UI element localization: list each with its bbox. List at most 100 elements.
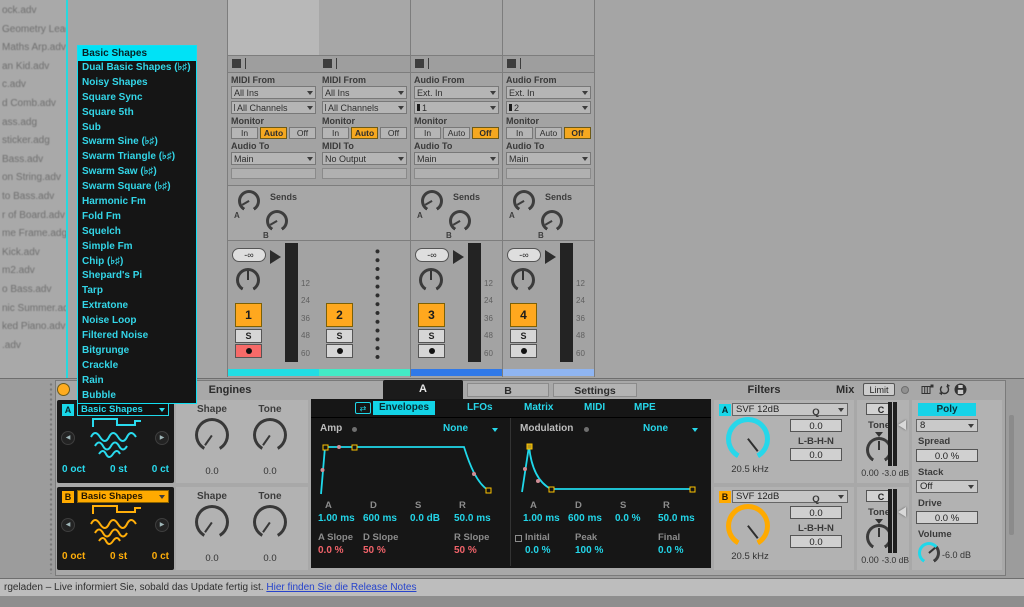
monitor-in-button[interactable]: In xyxy=(322,127,349,139)
output-select[interactable]: Main xyxy=(414,152,499,165)
mod-attack-value[interactable]: 1.00 ms xyxy=(523,513,560,524)
solo-button[interactable]: S xyxy=(510,329,537,343)
volume-value-pill[interactable]: -∞ xyxy=(507,248,541,262)
browser-file[interactable]: me Frame.adg xyxy=(0,225,66,244)
mod-envelope-graph[interactable] xyxy=(514,438,706,496)
output-select[interactable]: No Output xyxy=(322,152,407,165)
level-meter[interactable] xyxy=(285,243,298,362)
mod-final-value[interactable]: 0.0 % xyxy=(658,545,684,556)
monitor-in-button[interactable]: In xyxy=(414,127,441,139)
volume-knob[interactable] xyxy=(918,542,940,564)
mod-env-target-select[interactable]: None xyxy=(643,423,668,434)
monitor-off-button[interactable]: Off xyxy=(472,127,499,139)
amp-decay-value[interactable]: 600 ms xyxy=(363,513,397,524)
clip-stop-row[interactable] xyxy=(503,56,594,73)
menu-item[interactable]: Crackle xyxy=(78,359,196,374)
menu-item[interactable]: Swarm Square (♭♯) xyxy=(78,180,196,195)
limit-button[interactable]: Limit xyxy=(863,383,895,396)
browser-file[interactable]: c.adv xyxy=(0,76,66,95)
spread-value[interactable]: 0.0 % xyxy=(916,449,978,462)
osc-b-shape-knob[interactable] xyxy=(195,505,229,539)
filter-b-toggle[interactable]: B xyxy=(719,491,731,503)
menu-item[interactable]: Noisy Shapes xyxy=(78,76,196,91)
browser-file[interactable]: ock.adv xyxy=(0,2,66,21)
tab-midi[interactable]: MIDI xyxy=(584,402,605,413)
track-number[interactable]: 4 xyxy=(510,303,537,327)
monitor-in-button[interactable]: In xyxy=(506,127,533,139)
mod-release-value[interactable]: 50.0 ms xyxy=(658,513,695,524)
clip-slot-area[interactable] xyxy=(411,0,502,56)
output-select[interactable]: Main xyxy=(506,152,591,165)
output-select[interactable]: Main xyxy=(231,152,316,165)
menu-item[interactable]: Swarm Sine (♭♯) xyxy=(78,135,196,150)
tab-matrix[interactable]: Matrix xyxy=(524,402,553,413)
arm-button[interactable] xyxy=(510,344,537,358)
input-channel-select[interactable]: 1 xyxy=(414,101,499,114)
input-type-select[interactable]: All Ins xyxy=(322,86,407,99)
browser-file[interactable]: r of Board.adv xyxy=(0,207,66,226)
release-notes-link[interactable]: Hier finden Sie die Release Notes xyxy=(266,582,416,593)
input-channel-select[interactable]: All Channels xyxy=(231,101,316,114)
monitor-off-button[interactable]: Off xyxy=(289,127,316,139)
input-channel-select[interactable]: 2 xyxy=(506,101,591,114)
monitor-in-button[interactable]: In xyxy=(231,127,258,139)
filter-b-q-value[interactable]: 0.0 xyxy=(790,506,842,519)
menu-item[interactable]: Tarp xyxy=(78,284,196,299)
osc-a-shape-knob[interactable] xyxy=(195,418,229,452)
clip-stop-icon[interactable] xyxy=(507,59,516,68)
menu-item[interactable]: Chip (♭♯) xyxy=(78,255,196,270)
amp-sustain-value[interactable]: 0.0 dB xyxy=(410,513,440,524)
tab-envelopes[interactable]: Envelopes xyxy=(373,401,435,415)
tab-settings[interactable]: Settings xyxy=(553,383,637,397)
input-channel-select[interactable]: All Channels xyxy=(322,101,407,114)
menu-item[interactable]: Swarm Saw (♭♯) xyxy=(78,165,196,180)
input-type-select[interactable]: All Ins xyxy=(231,86,316,99)
mix-b-level-slider[interactable] xyxy=(898,507,906,517)
filter-b-freq-knob[interactable] xyxy=(726,504,770,548)
menu-item[interactable]: Swarm Triangle (♭♯) xyxy=(78,150,196,165)
pan-knob[interactable] xyxy=(511,268,535,292)
menu-item[interactable]: Fold Fm xyxy=(78,210,196,225)
amp-attack-value[interactable]: 1.00 ms xyxy=(318,513,355,524)
osc-a-semitone[interactable]: 0 st xyxy=(110,464,127,475)
filter-a-toggle[interactable]: A xyxy=(719,404,731,416)
browser-file[interactable]: o Bass.adv xyxy=(0,281,66,300)
mix-a-level-slider[interactable] xyxy=(898,420,906,430)
send-a-knob[interactable] xyxy=(513,190,535,212)
osc-a-octave[interactable]: 0 oct xyxy=(62,464,85,475)
browser-file[interactable]: m2.adv xyxy=(0,262,66,281)
clip-slot-area[interactable] xyxy=(503,0,594,56)
amp-a-slope-value[interactable]: 0.0 % xyxy=(318,545,344,556)
monitor-auto-button[interactable]: Auto xyxy=(351,127,378,139)
send-b-knob[interactable] xyxy=(541,210,563,232)
clip-stop-icon[interactable] xyxy=(232,59,241,68)
browser-file[interactable]: Maths Arp.adv xyxy=(0,39,66,58)
clip-stop-icon[interactable] xyxy=(323,59,332,68)
browser-file[interactable]: ass.adg xyxy=(0,114,66,133)
osc-a-next-button[interactable]: ▶ xyxy=(155,431,169,445)
tab-lfos[interactable]: LFOs xyxy=(467,402,493,413)
mod-initial-value[interactable]: 0.0 % xyxy=(525,545,551,556)
solo-button[interactable]: S xyxy=(235,329,262,343)
menu-item[interactable]: Bubble xyxy=(78,389,196,404)
clip-slot-area[interactable] xyxy=(319,0,410,56)
osc-b-octave[interactable]: 0 oct xyxy=(62,551,85,562)
pan-knob[interactable] xyxy=(236,268,260,292)
monitor-auto-button[interactable]: Auto xyxy=(260,127,287,139)
monitor-off-button[interactable]: Off xyxy=(564,127,591,139)
filter-a-freq-knob[interactable] xyxy=(726,417,770,461)
clip-stop-row[interactable] xyxy=(319,56,410,73)
clip-stop-row[interactable] xyxy=(228,56,319,73)
send-a-knob[interactable] xyxy=(238,190,260,212)
mod-decay-value[interactable]: 600 ms xyxy=(568,513,602,524)
send-a-knob[interactable] xyxy=(421,190,443,212)
monitor-auto-button[interactable]: Auto xyxy=(535,127,562,139)
filter-b-morph-value[interactable]: 0.0 xyxy=(790,535,842,548)
clip-slot-area[interactable] xyxy=(228,0,319,56)
send-b-knob[interactable] xyxy=(266,210,288,232)
amp-d-slope-value[interactable]: 50 % xyxy=(363,545,386,556)
tab-b[interactable]: B xyxy=(467,383,549,397)
voices-select[interactable]: 8 xyxy=(916,419,978,432)
browser-file[interactable]: to Bass.adv xyxy=(0,188,66,207)
monitor-off-button[interactable]: Off xyxy=(380,127,407,139)
